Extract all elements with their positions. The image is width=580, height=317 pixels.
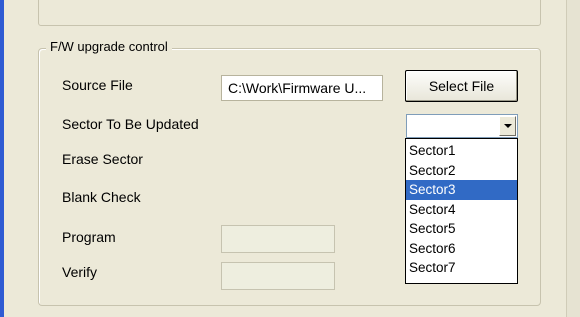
dropdown-option[interactable]: Sector1: [406, 141, 517, 161]
chevron-down-icon[interactable]: [499, 116, 516, 136]
source-file-field[interactable]: C:\Work\Firmware U...: [221, 75, 383, 101]
verify-progress-field: [221, 262, 335, 290]
select-file-button[interactable]: Select File: [405, 70, 518, 102]
right-panel-edge: [566, 0, 580, 317]
dropdown-option[interactable]: Sector4: [406, 200, 517, 220]
erase-sector-label: Erase Sector: [62, 151, 143, 167]
group-legend: F/W upgrade control: [46, 39, 172, 54]
upper-group-box: [38, 0, 541, 26]
source-file-label: Source File: [62, 77, 133, 93]
dropdown-option[interactable]: Sector6: [406, 239, 517, 259]
sector-dropdown-list: Sector1 Sector2 Sector3 Sector4 Sector5 …: [405, 138, 518, 284]
program-label: Program: [62, 229, 116, 245]
dropdown-option[interactable]: Sector7: [406, 258, 517, 278]
sector-select[interactable]: [406, 114, 518, 138]
sector-to-be-updated-label: Sector To Be Updated: [62, 116, 199, 132]
program-progress-field: [221, 225, 335, 253]
left-accent-bar: [0, 0, 4, 317]
dropdown-option-selected[interactable]: Sector3: [406, 180, 517, 200]
verify-label: Verify: [62, 264, 98, 280]
blank-check-label: Blank Check: [62, 189, 141, 205]
dropdown-option[interactable]: Sector5: [406, 219, 517, 239]
dropdown-option[interactable]: Sector2: [406, 161, 517, 181]
